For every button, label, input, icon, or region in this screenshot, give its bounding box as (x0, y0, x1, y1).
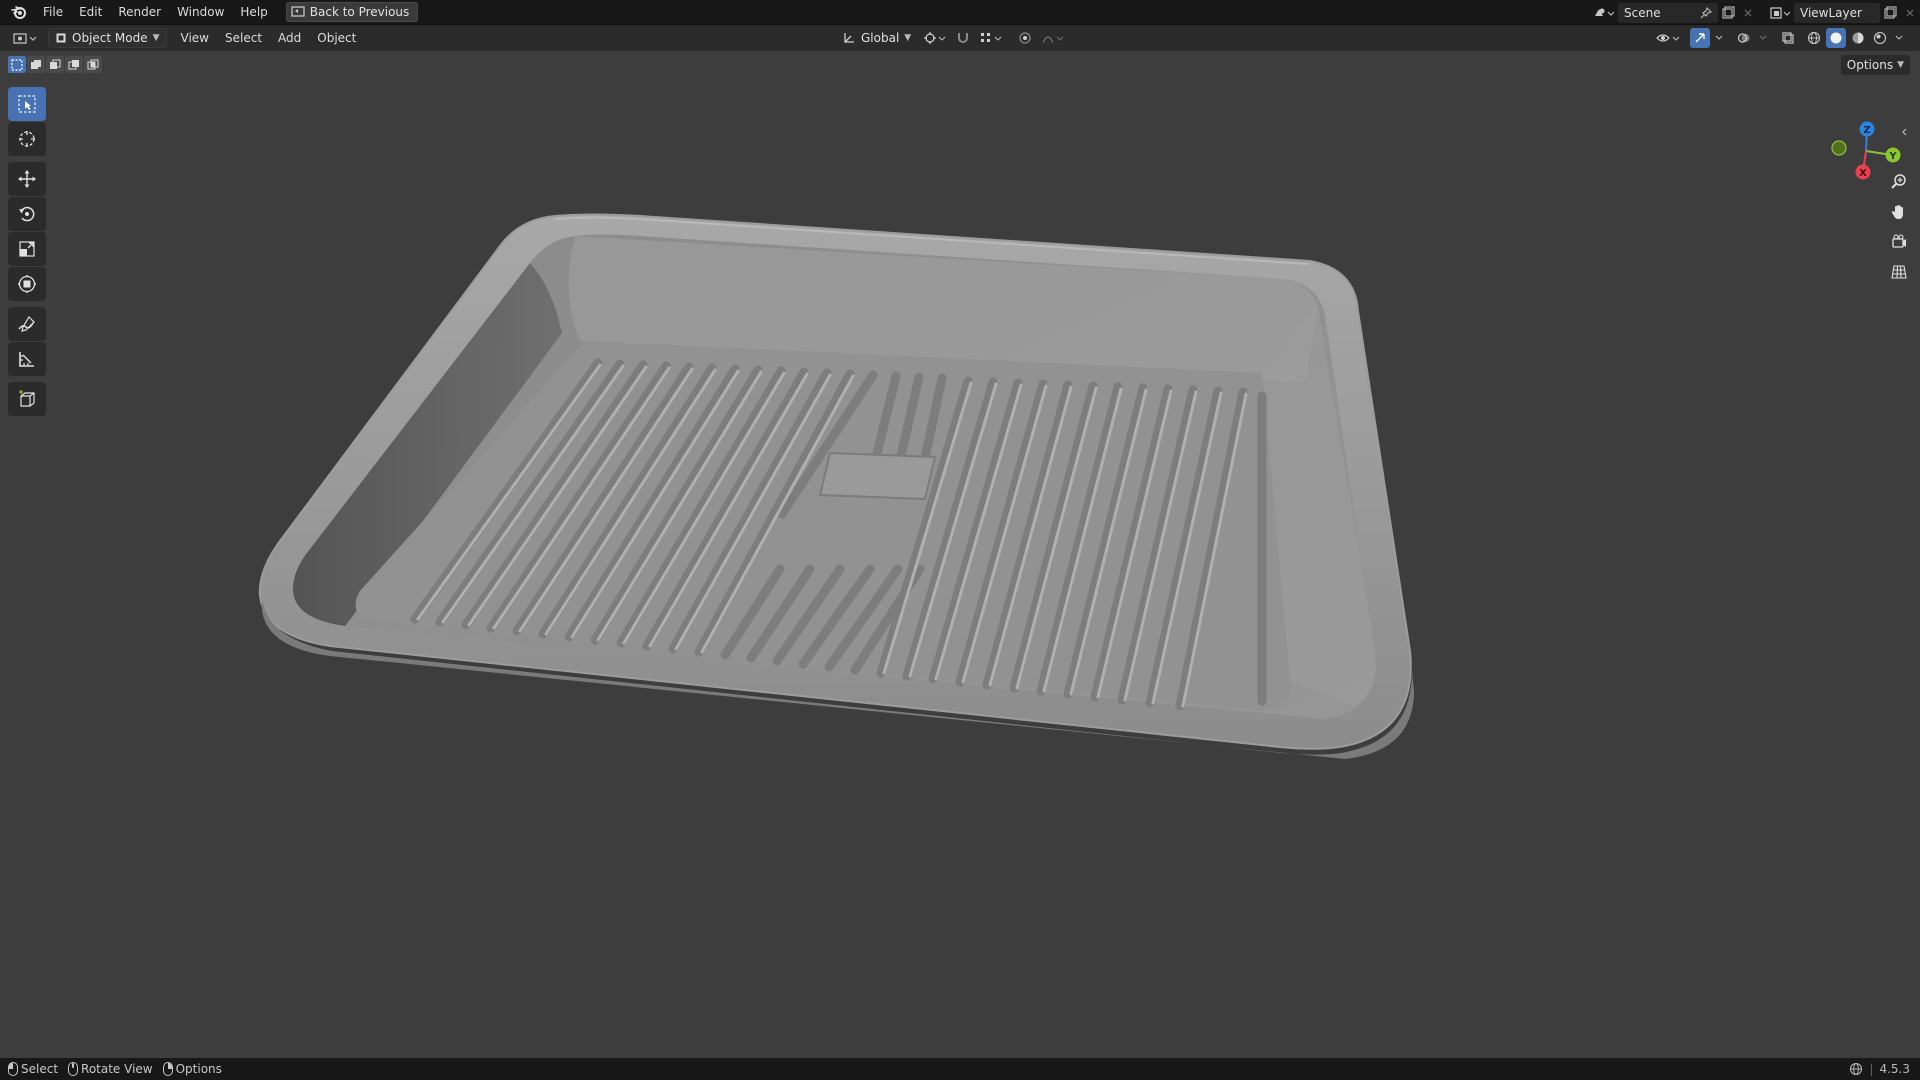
header-menu-select[interactable]: Select (217, 27, 270, 49)
status-hint-select: Select (8, 1062, 58, 1076)
overlays-dropdown-icon[interactable] (1756, 28, 1770, 48)
xray-toggle-icon[interactable] (1778, 28, 1798, 48)
select-invert-icon[interactable] (65, 56, 83, 73)
menu-edit[interactable]: Edit (71, 1, 110, 23)
transform-controls: Global ▼ (836, 25, 1067, 51)
mode-label: Object Mode (72, 31, 148, 45)
top-right-area: Scene ViewLayer (1590, 0, 1920, 25)
select-subtract-icon[interactable] (46, 56, 64, 73)
mouse-left-icon (8, 1062, 18, 1076)
visibility-eye-icon[interactable] (1654, 28, 1684, 48)
menu-render[interactable]: Render (110, 1, 169, 23)
solid-shading-icon[interactable] (1826, 28, 1846, 48)
annotate-tool-icon[interactable] (8, 307, 46, 341)
menu-help[interactable]: Help (232, 1, 275, 23)
mouse-right-icon (162, 1062, 173, 1076)
snap-magnet-icon[interactable] (953, 28, 973, 48)
pin-icon[interactable] (1700, 6, 1712, 19)
y-axis-label: Y (1888, 151, 1897, 162)
viewport-shading-controls (1654, 25, 1906, 51)
version-label: 4.5.3 (1879, 1062, 1910, 1076)
scene-selector[interactable]: Scene (1618, 2, 1718, 23)
mouse-middle-icon (68, 1062, 79, 1076)
material-preview-icon[interactable] (1848, 28, 1868, 48)
header-menu-add[interactable]: Add (270, 27, 309, 49)
view-layer-selector[interactable]: ViewLayer (1794, 2, 1880, 23)
new-view-layer-icon[interactable] (1880, 3, 1900, 23)
wireframe-shading-icon[interactable] (1804, 28, 1824, 48)
x-axis-label: X (1859, 168, 1867, 179)
gizmo-toggle-icon[interactable] (1690, 28, 1710, 48)
status-divider: | (1869, 1062, 1874, 1076)
transform-tool-icon[interactable] (8, 267, 46, 301)
scene-name: Scene (1624, 5, 1661, 20)
options-label: Options (1846, 58, 1894, 72)
new-scene-icon[interactable] (1718, 3, 1738, 23)
blender-logo-icon[interactable] (9, 2, 29, 22)
status-bar: Select Rotate View Options | 4.5.3 (0, 1058, 1920, 1080)
orientation-label: Global (861, 31, 900, 45)
rotate-tool-icon[interactable] (8, 197, 46, 231)
delete-view-layer-icon[interactable] (1900, 3, 1920, 23)
back-to-previous-button[interactable]: Back to Previous (285, 2, 419, 22)
view-layer-name: ViewLayer (1800, 5, 1862, 20)
add-cube-tool-icon[interactable] (8, 382, 46, 416)
network-globe-icon[interactable] (1849, 1062, 1863, 1076)
chevron-down-icon: ▼ (152, 33, 160, 43)
status-hint-rotate: Rotate View (68, 1062, 153, 1076)
back-to-previous-label: Back to Previous (309, 5, 410, 19)
editor-type-icon[interactable] (10, 28, 40, 48)
view-layer-type-icon[interactable] (1766, 3, 1794, 23)
negative-y-axis-icon[interactable] (1831, 140, 1847, 156)
navigation-buttons (1886, 169, 1912, 285)
sidebar-toggle-icon[interactable] (1902, 128, 1907, 136)
tray-model (258, 213, 1414, 759)
menu-file[interactable]: File (35, 1, 71, 23)
perspective-grid-icon[interactable] (1886, 259, 1912, 285)
delete-scene-icon[interactable] (1738, 3, 1758, 23)
select-new-icon[interactable] (8, 56, 26, 73)
select-extend-icon[interactable] (27, 56, 45, 73)
top-bar: File Edit Render Window Help Back to Pre… (0, 0, 1920, 25)
viewport-header: Object Mode ▼ View Select Add Object Glo… (0, 25, 1920, 51)
scene-type-icon[interactable] (1590, 3, 1618, 23)
selection-mode-group (8, 56, 102, 73)
status-right: | 4.5.3 (1849, 1058, 1910, 1080)
falloff-curve-icon[interactable] (1039, 28, 1067, 48)
status-hint-options-label: Options (175, 1062, 222, 1076)
move-tool-icon[interactable] (8, 162, 46, 196)
chevron-down-icon: ▼ (1897, 60, 1904, 70)
status-hint-select-label: Select (21, 1062, 59, 1076)
camera-view-icon[interactable] (1886, 229, 1912, 255)
select-box-tool-icon[interactable] (8, 87, 46, 121)
back-screen-icon (291, 6, 305, 18)
gizmo-dropdown-icon[interactable] (1712, 28, 1726, 48)
z-axis-label: Z (1863, 125, 1870, 136)
measure-tool-icon[interactable] (8, 342, 46, 376)
pivot-point-icon[interactable] (921, 28, 949, 48)
zoom-magnifier-icon[interactable] (1886, 169, 1912, 195)
chevron-down-icon: ▼ (904, 33, 912, 43)
status-hint-options: Options (162, 1062, 222, 1076)
orientation-dropdown[interactable]: Global ▼ (836, 28, 917, 48)
viewport-options-button[interactable]: Options ▼ (1840, 55, 1910, 75)
cursor-tool-icon[interactable] (8, 122, 46, 156)
select-intersect-icon[interactable] (84, 56, 102, 73)
object-mode-icon (55, 32, 67, 44)
mode-dropdown[interactable]: Object Mode ▼ (48, 28, 167, 48)
proportional-editing-icon[interactable] (1015, 28, 1035, 48)
status-hint-rotate-label: Rotate View (81, 1062, 153, 1076)
orientation-axes-icon (842, 31, 856, 45)
snap-increment-icon[interactable] (977, 28, 1005, 48)
pan-hand-icon[interactable] (1886, 199, 1912, 225)
tool-shelf (8, 87, 46, 417)
rendered-shading-icon[interactable] (1870, 28, 1890, 48)
overlays-icon[interactable] (1734, 28, 1754, 48)
menu-window[interactable]: Window (169, 1, 232, 23)
scale-tool-icon[interactable] (8, 232, 46, 266)
header-menu-view[interactable]: View (173, 27, 217, 49)
shading-dropdown-icon[interactable] (1892, 28, 1906, 48)
header-menu-object[interactable]: Object (309, 27, 364, 49)
3d-viewport[interactable]: Options ▼ Z Y X (0, 51, 1920, 1058)
